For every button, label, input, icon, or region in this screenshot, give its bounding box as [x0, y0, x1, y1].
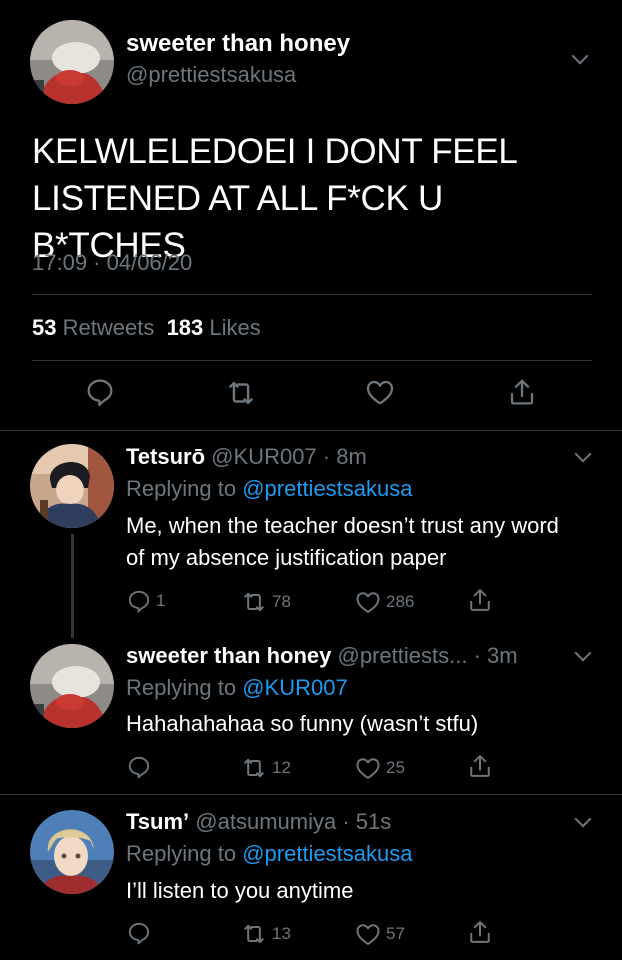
chevron-down-icon[interactable] — [571, 47, 589, 65]
reply-action[interactable] — [126, 754, 156, 780]
retweet-icon[interactable] — [240, 588, 268, 616]
divider — [32, 294, 592, 295]
replying-prefix: Replying to — [126, 841, 237, 866]
display-name[interactable]: Tetsurō — [126, 444, 205, 469]
tweet-stats: 53 Retweets 183 Likes — [32, 315, 261, 341]
display-name[interactable]: Tsum’ — [126, 809, 189, 834]
reply-text: I’ll listen to you anytime — [126, 878, 354, 903]
replying-to: Replying to @prettiestsakusa — [126, 841, 413, 867]
retweet-icon[interactable] — [224, 376, 258, 410]
like-icon[interactable] — [354, 588, 382, 616]
reply-header: Tsum’ @atsumumiya · 51s — [126, 809, 391, 835]
reply-count: 1 — [156, 591, 166, 610]
like-count: 57 — [386, 924, 405, 943]
chevron-down-icon[interactable] — [574, 644, 592, 662]
reply-icon[interactable] — [84, 376, 116, 408]
share-icon[interactable] — [466, 918, 494, 946]
like-action[interactable]: 57 — [354, 920, 405, 948]
like-count: 25 — [386, 758, 405, 777]
like-icon[interactable] — [354, 754, 382, 782]
divider — [0, 430, 622, 431]
likes-label[interactable]: Likes — [209, 315, 260, 340]
reply-action[interactable] — [126, 920, 156, 946]
main-tweet: sweeter than honey @prettiestsakusa KELW… — [0, 0, 622, 430]
replying-to-link[interactable]: @prettiestsakusa — [242, 476, 412, 501]
retweet-count[interactable]: 53 — [32, 315, 56, 340]
divider — [32, 360, 592, 361]
avatar[interactable] — [30, 444, 114, 528]
reply-icon[interactable] — [126, 920, 152, 946]
reply-icon[interactable] — [126, 754, 152, 780]
retweet-icon[interactable] — [240, 754, 268, 782]
replying-prefix: Replying to — [126, 476, 237, 501]
replying-to: Replying to @KUR007 — [126, 675, 348, 701]
tweet-text: KELWLELEDOEI I DONT FEEL LISTENED AT ALL… — [32, 132, 517, 265]
reply-time: · 3m — [473, 643, 518, 668]
avatar[interactable] — [30, 810, 114, 894]
reply-action[interactable]: 1 — [126, 588, 165, 614]
reply-time: · 8m — [322, 444, 367, 469]
reply-header: Tetsurō @KUR007 · 8m — [126, 444, 367, 470]
reply-text: Me, when the teacher doesn’t trust any w… — [126, 513, 559, 570]
reply-header: sweeter than honey @prettiests... · 3m — [126, 643, 518, 669]
like-action[interactable]: 25 — [354, 754, 405, 782]
replying-to: Replying to @prettiestsakusa — [126, 476, 413, 502]
share-action[interactable] — [466, 586, 494, 614]
retweet-icon[interactable] — [240, 920, 268, 948]
reply-time: · 51s — [342, 809, 392, 834]
retweets-label[interactable]: Retweets — [63, 315, 155, 340]
share-action[interactable] — [466, 918, 494, 946]
replying-to-link[interactable]: @prettiestsakusa — [242, 841, 412, 866]
display-name[interactable]: sweeter than honey — [126, 30, 350, 58]
share-action[interactable] — [466, 752, 494, 780]
retweet-action[interactable]: 13 — [240, 920, 291, 948]
retweet-count: 13 — [272, 924, 291, 943]
retweet-count: 12 — [272, 758, 291, 777]
user-handle[interactable]: @KUR007 — [211, 444, 317, 469]
like-icon[interactable] — [364, 376, 396, 408]
reply-icon[interactable] — [126, 588, 152, 614]
tweet-timestamp: 17:09 · 04/06/20 — [32, 250, 193, 275]
user-handle[interactable]: @prettiests... — [338, 643, 468, 668]
share-icon[interactable] — [466, 586, 494, 614]
avatar[interactable] — [30, 644, 114, 728]
avatar[interactable] — [30, 20, 114, 104]
like-count[interactable]: 183 — [167, 315, 204, 340]
retweet-action[interactable]: 78 — [240, 588, 291, 616]
share-icon[interactable] — [466, 752, 494, 780]
like-icon[interactable] — [354, 920, 382, 948]
thread-line — [71, 534, 74, 638]
chevron-down-icon[interactable] — [574, 445, 592, 463]
retweet-action[interactable]: 12 — [240, 754, 291, 782]
replying-to-link[interactable]: @KUR007 — [242, 675, 348, 700]
replying-prefix: Replying to — [126, 675, 237, 700]
user-handle[interactable]: @prettiestsakusa — [126, 62, 296, 88]
chevron-down-icon[interactable] — [574, 810, 592, 828]
user-handle[interactable]: @atsumumiya — [195, 809, 336, 834]
like-count: 286 — [386, 592, 415, 611]
like-action[interactable]: 286 — [354, 588, 414, 616]
share-icon[interactable] — [506, 376, 538, 408]
display-name[interactable]: sweeter than honey — [126, 643, 331, 668]
reply-text: Hahahahahaa so funny (wasn’t stfu) — [126, 711, 479, 736]
divider — [0, 794, 622, 795]
retweet-count: 78 — [272, 592, 291, 611]
